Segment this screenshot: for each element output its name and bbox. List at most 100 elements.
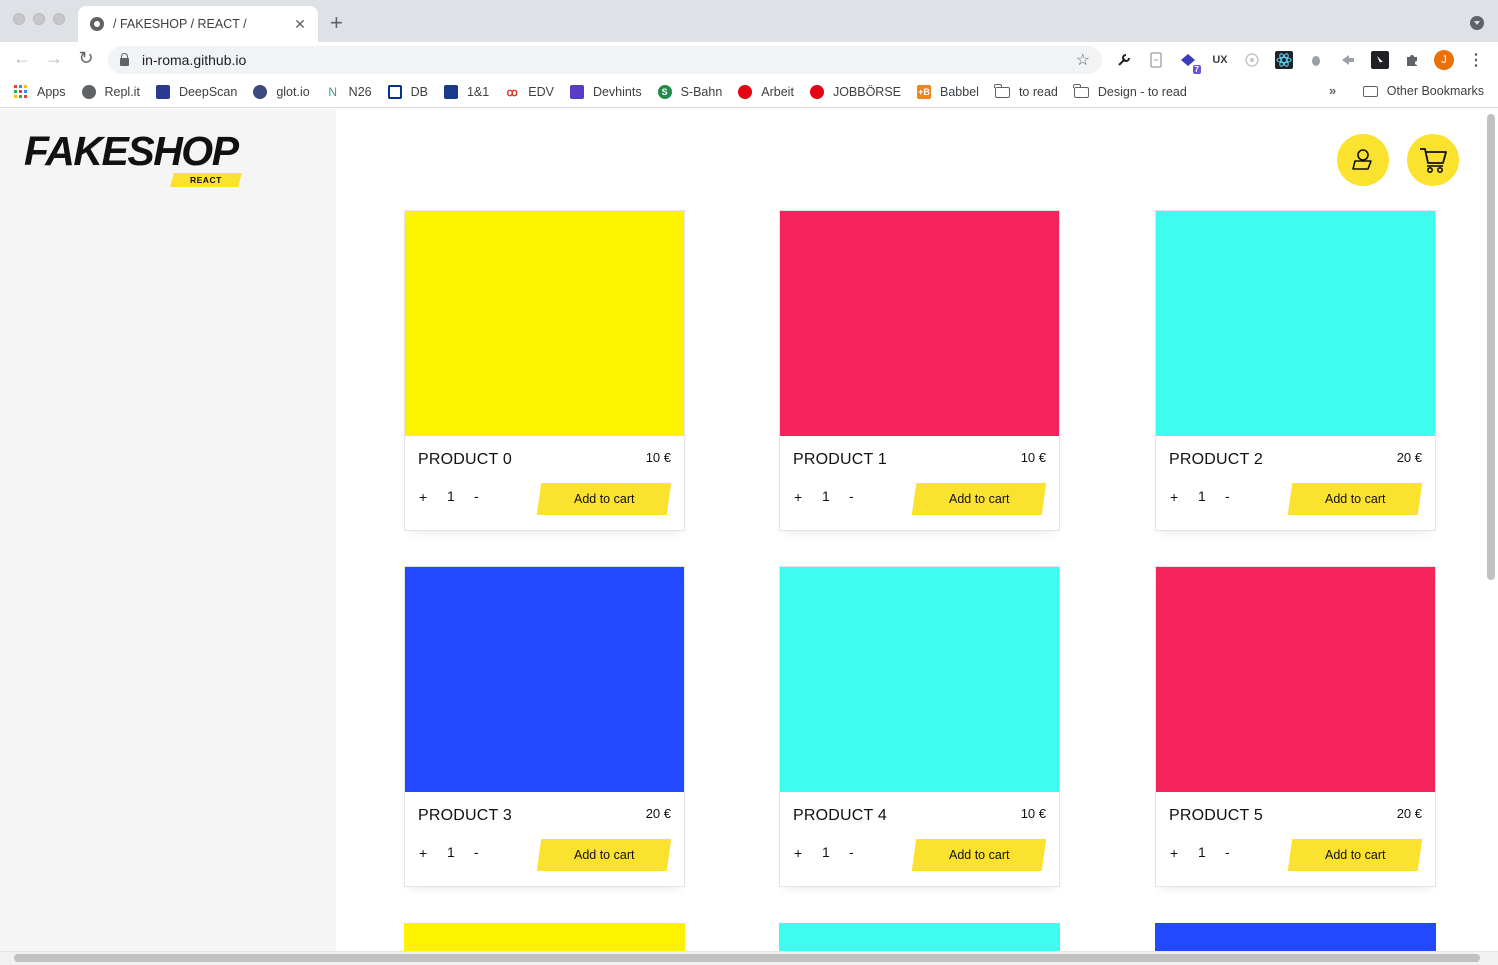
- add-to-cart-label: Add to cart: [573, 848, 635, 862]
- increase-qty-button[interactable]: +: [794, 845, 802, 861]
- window-close-button[interactable]: [13, 13, 25, 25]
- product-image-partial[interactable]: [404, 923, 685, 953]
- lock-icon[interactable]: [120, 53, 129, 66]
- add-to-cart-button[interactable]: Add to cart: [536, 839, 672, 871]
- profile-avatar[interactable]: J: [1434, 50, 1454, 70]
- product-name: PRODUCT 0: [418, 451, 512, 468]
- bookmark-star-icon[interactable]: ☆: [1076, 50, 1090, 70]
- replit-icon: [81, 85, 96, 99]
- address-bar[interactable]: in-roma.github.io ☆: [108, 46, 1102, 74]
- product-name: PRODUCT 2: [1169, 451, 1263, 468]
- extensions-puzzle-icon[interactable]: [1402, 50, 1422, 70]
- product-image[interactable]: [1156, 567, 1435, 792]
- one-and-one-icon: [443, 85, 458, 99]
- glot-icon: [253, 85, 268, 99]
- extension-wrench-icon[interactable]: [1114, 50, 1134, 70]
- decrease-qty-button[interactable]: -: [1225, 844, 1230, 860]
- increase-qty-button[interactable]: +: [1170, 845, 1178, 861]
- bookmark-glot[interactable]: glot.io: [253, 85, 310, 99]
- account-button[interactable]: [1337, 134, 1389, 186]
- increase-qty-button[interactable]: +: [794, 489, 802, 505]
- user-icon: [1352, 149, 1372, 170]
- add-to-cart-button[interactable]: Add to cart: [1287, 839, 1423, 871]
- product-card: PRODUCT 4 10 € + 1 - Add to cart: [779, 566, 1060, 887]
- bookmark-replit[interactable]: Repl.it: [81, 85, 140, 99]
- folder-icon: [1073, 83, 1089, 98]
- extension-page-icon[interactable]: [1146, 50, 1166, 70]
- bookmark-devhints[interactable]: Devhints: [569, 85, 642, 99]
- decrease-qty-button[interactable]: -: [1225, 488, 1230, 504]
- add-to-cart-button[interactable]: Add to cart: [911, 483, 1047, 515]
- sidebar: FAKESHOP REACT: [0, 109, 336, 965]
- add-to-cart-button[interactable]: Add to cart: [536, 483, 672, 515]
- product-image[interactable]: [405, 567, 684, 792]
- bookmark-label: Devhints: [592, 85, 642, 99]
- bookmark-edv[interactable]: ꝏ EDV: [505, 85, 554, 99]
- apps-grid-icon: [14, 85, 28, 99]
- extension-ux-icon[interactable]: UX: [1210, 50, 1230, 70]
- browser-tab[interactable]: / FAKESHOP / REACT / ✕: [78, 6, 318, 42]
- product-image[interactable]: [780, 211, 1059, 436]
- product-price: 20 €: [645, 806, 671, 821]
- window-minimize-button[interactable]: [33, 13, 45, 25]
- bookmark-label: N26: [348, 85, 372, 99]
- increase-qty-button[interactable]: +: [1170, 489, 1178, 505]
- other-bookmarks[interactable]: Other Bookmarks: [1362, 84, 1484, 98]
- product-image[interactable]: [405, 211, 684, 436]
- extension-cursor-icon[interactable]: [1370, 50, 1390, 70]
- decrease-qty-button[interactable]: -: [849, 844, 854, 860]
- bookmark-n26[interactable]: N N26: [326, 85, 372, 99]
- quantity-value: 1: [822, 488, 830, 504]
- browser-menu-icon[interactable]: ⋮: [1466, 50, 1486, 70]
- extension-react-icon[interactable]: [1274, 50, 1294, 70]
- vertical-scrollbar[interactable]: [1487, 114, 1495, 580]
- extension-bug-icon[interactable]: [1306, 50, 1326, 70]
- extension-arrow-icon[interactable]: [1338, 50, 1358, 70]
- tab-search-icon[interactable]: [1470, 16, 1484, 30]
- bookmark-folder-design[interactable]: Design - to read: [1073, 83, 1187, 99]
- tab-title: / FAKESHOP / REACT /: [113, 17, 247, 31]
- bookmark-folder-to-read[interactable]: to read: [994, 83, 1058, 99]
- window-zoom-button[interactable]: [53, 13, 65, 25]
- bookmark-babbel[interactable]: +B Babbel: [917, 85, 979, 99]
- db-icon: [387, 85, 402, 99]
- product-card: PRODUCT 2 20 € + 1 - Add to cart: [1155, 210, 1436, 531]
- bookmark-label: glot.io: [276, 85, 310, 99]
- shop-logo[interactable]: FAKESHOP REACT: [24, 128, 242, 187]
- back-button[interactable]: ←: [11, 48, 33, 69]
- tab-close-icon[interactable]: ✕: [292, 16, 308, 33]
- add-to-cart-button[interactable]: Add to cart: [911, 839, 1047, 871]
- bookmarks-overflow-icon[interactable]: »: [1329, 83, 1336, 98]
- bookmark-sbahn[interactable]: S S-Bahn: [657, 85, 722, 99]
- bookmark-arbeit[interactable]: Arbeit: [738, 85, 794, 99]
- bookmark-label: Design - to read: [1097, 85, 1187, 99]
- bookmark-label: Apps: [37, 85, 66, 99]
- product-image[interactable]: [780, 567, 1059, 792]
- horizontal-scrollbar[interactable]: [14, 954, 1480, 962]
- decrease-qty-button[interactable]: -: [849, 488, 854, 504]
- product-image-partial[interactable]: [779, 923, 1060, 953]
- logo-text: FAKESHOP: [24, 128, 239, 174]
- add-to-cart-label: Add to cart: [948, 848, 1010, 862]
- reload-button[interactable]: ↻: [75, 48, 97, 69]
- product-image-partial[interactable]: [1155, 923, 1436, 953]
- bookmark-deepscan[interactable]: DeepScan: [155, 85, 237, 99]
- new-tab-button[interactable]: +: [330, 12, 343, 34]
- decrease-qty-button[interactable]: -: [474, 488, 479, 504]
- bookmark-db[interactable]: DB: [387, 85, 428, 99]
- bookmark-jobboerse[interactable]: JOBBÖRSE: [809, 85, 901, 99]
- increase-qty-button[interactable]: +: [419, 845, 427, 861]
- product-price: 20 €: [1396, 450, 1422, 465]
- bookmark-1und1[interactable]: 1&1: [443, 85, 489, 99]
- bookmark-apps[interactable]: Apps: [14, 85, 66, 99]
- increase-qty-button[interactable]: +: [419, 489, 427, 505]
- extension-target-icon[interactable]: [1242, 50, 1262, 70]
- decrease-qty-button[interactable]: -: [474, 844, 479, 860]
- cart-button[interactable]: [1407, 134, 1459, 186]
- url-text[interactable]: in-roma.github.io: [142, 52, 1076, 68]
- product-name: PRODUCT 3: [418, 807, 512, 824]
- extension-badge-icon[interactable]: 7: [1178, 50, 1201, 74]
- add-to-cart-button[interactable]: Add to cart: [1287, 483, 1423, 515]
- forward-button[interactable]: →: [43, 48, 65, 69]
- product-image[interactable]: [1156, 211, 1435, 436]
